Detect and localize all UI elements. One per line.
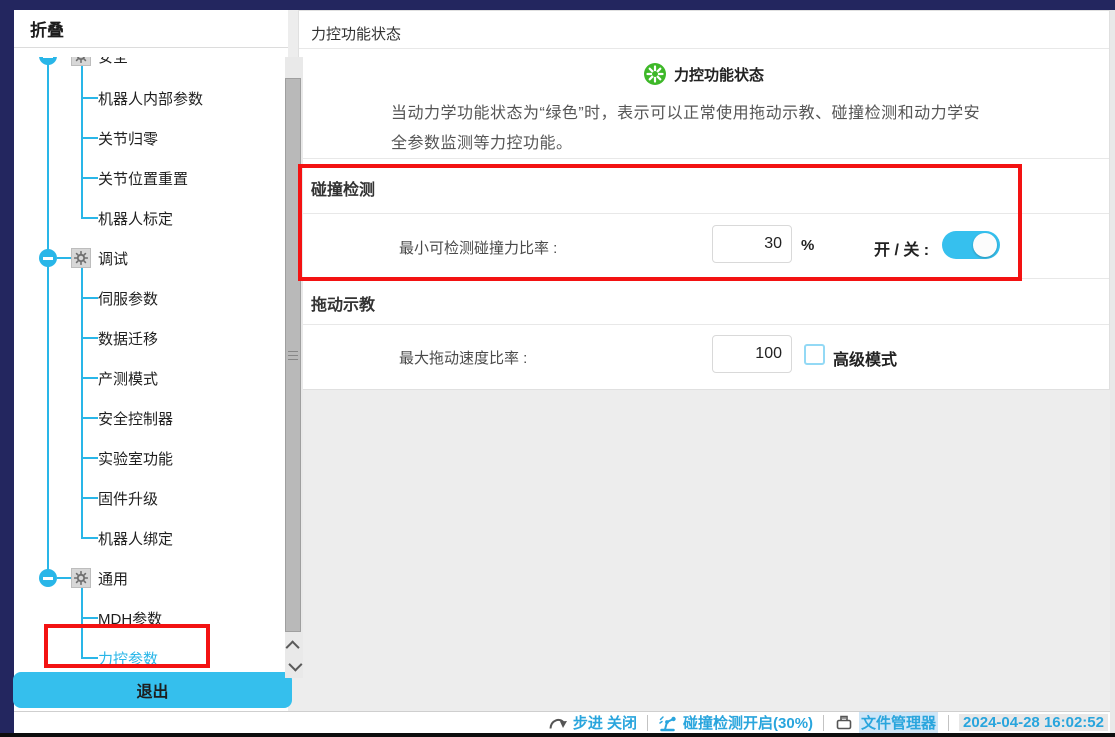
exit-button[interactable]: 退出 <box>13 672 292 708</box>
force-status-icon <box>644 63 666 85</box>
file-manager-icon <box>834 713 854 733</box>
advanced-mode-checkbox[interactable] <box>804 344 825 365</box>
max-drag-speed-label: 最大拖动速度比率 : <box>399 347 527 368</box>
scrollbar-thumb[interactable] <box>285 78 301 632</box>
sidebar-tree: 安全 机器人内部参数 关节归零 关节位置重置 机器人标定 调试 <box>28 57 285 678</box>
sidebar-item-servo-params[interactable]: 伺服参数 <box>28 278 281 318</box>
collision-section-title: 碰撞检测 <box>311 176 375 200</box>
sidebar-item-mdh-params[interactable]: MDH参数 <box>28 598 281 638</box>
sidebar-item-safety-controller[interactable]: 安全控制器 <box>28 398 281 438</box>
main-panel: 力控功能状态 力控功能状态 当动力学功能状态为“绿色”时，表示可以正常使用拖动示… <box>298 10 1110 390</box>
tree-connector <box>81 417 98 419</box>
divider <box>299 213 1109 214</box>
tree-connector <box>81 297 98 299</box>
tree-connector <box>81 617 98 619</box>
sidebar-item-robot-internal-params[interactable]: 机器人内部参数 <box>28 78 281 118</box>
collapse-minus-icon[interactable] <box>39 249 57 267</box>
window-frame-right <box>1110 10 1115 733</box>
toggle-knob <box>973 233 997 257</box>
tree-connector <box>81 97 98 99</box>
status-separator <box>823 715 824 731</box>
tree-connector <box>57 257 71 259</box>
collapse-button-label[interactable]: 折叠 <box>30 16 64 41</box>
step-mode-status[interactable]: 步进 关闭 <box>548 712 637 733</box>
sidebar: 安全 机器人内部参数 关节归零 关节位置重置 机器人标定 调试 <box>14 10 288 711</box>
sidebar-item-production-test-mode[interactable]: 产测模式 <box>28 358 281 398</box>
divider <box>299 48 1109 49</box>
window-frame-top <box>0 0 1115 10</box>
force-status-header: 力控功能状态 <box>299 61 1109 87</box>
scrollbar-grip-icon <box>288 351 298 360</box>
tree-connector <box>81 177 98 179</box>
scroll-up-button[interactable] <box>285 637 303 655</box>
step-mode-label: 步进 关闭 <box>573 712 637 733</box>
tree-connector <box>81 377 98 379</box>
collapse-minus-icon[interactable] <box>39 569 57 587</box>
file-manager-button[interactable]: 文件管理器 <box>834 712 938 733</box>
min-collision-force-label: 最小可检测碰撞力比率 : <box>399 237 557 258</box>
sidebar-item-firmware-upgrade[interactable]: 固件升级 <box>28 478 281 518</box>
tree-connector <box>81 537 98 539</box>
tree-connector <box>81 217 98 219</box>
on-off-label: 开 / 关 : <box>874 236 929 260</box>
divider <box>299 278 1109 279</box>
force-status-description: 当动力学功能状态为“绿色”时，表示可以正常使用拖动示教、碰撞检测和动力学安 全参… <box>391 99 1025 159</box>
chevron-up-icon <box>286 640 300 654</box>
gear-icon <box>71 57 91 66</box>
sidebar-group-debug[interactable]: 调试 <box>28 238 281 278</box>
collision-detection-toggle[interactable] <box>942 231 1000 259</box>
collision-icon <box>658 713 678 733</box>
tree-connector <box>57 577 71 579</box>
status-separator <box>647 715 648 731</box>
status-separator <box>948 715 949 731</box>
collapse-minus-icon[interactable] <box>39 57 57 65</box>
divider <box>299 324 1109 325</box>
percent-unit-label: % <box>801 237 814 254</box>
sidebar-item-robot-calibration[interactable]: 机器人标定 <box>28 198 281 238</box>
sidebar-scrollbar <box>285 57 303 678</box>
collision-status-label: 碰撞检测开启(30%) <box>683 712 813 733</box>
min-collision-force-input[interactable] <box>712 225 792 263</box>
tree-connector <box>81 657 98 659</box>
gear-icon <box>71 248 91 268</box>
chevron-down-icon <box>288 658 302 672</box>
advanced-mode-label: 高级模式 <box>833 346 897 370</box>
sidebar-item-joint-position-reset[interactable]: 关节位置重置 <box>28 158 281 198</box>
force-status-title: 力控功能状态 <box>674 64 764 85</box>
page-title: 力控功能状态 <box>311 23 401 44</box>
tree-connector <box>81 337 98 339</box>
sidebar-group-general[interactable]: 通用 <box>28 558 281 598</box>
tree-connector <box>81 137 98 139</box>
tree-connector <box>81 497 98 499</box>
sidebar-item-lab-features[interactable]: 实验室功能 <box>28 438 281 478</box>
window-frame-bottom <box>0 733 1115 737</box>
sidebar-header[interactable]: 折叠 <box>14 10 288 48</box>
status-bar: 步进 关闭 碰撞检测开启(30%) 文件管理器 2024-04-28 16:02… <box>14 711 1110 733</box>
divider <box>299 158 1109 159</box>
scroll-down-button[interactable] <box>285 657 303 675</box>
drag-teach-section-title: 拖动示教 <box>311 291 375 315</box>
sidebar-item-robot-binding[interactable]: 机器人绑定 <box>28 518 281 558</box>
max-drag-speed-input[interactable] <box>712 335 792 373</box>
sidebar-item-joint-zeroing[interactable]: 关节归零 <box>28 118 281 158</box>
step-icon <box>548 715 568 731</box>
window-frame-left <box>0 0 14 733</box>
status-timestamp: 2024-04-28 16:02:52 <box>959 714 1108 731</box>
sidebar-group-safety[interactable]: 安全 <box>28 57 281 76</box>
file-manager-label: 文件管理器 <box>859 712 938 733</box>
collision-detection-status[interactable]: 碰撞检测开启(30%) <box>658 712 813 733</box>
sidebar-item-data-migration[interactable]: 数据迁移 <box>28 318 281 358</box>
tree-connector <box>81 457 98 459</box>
gear-icon <box>71 568 91 588</box>
